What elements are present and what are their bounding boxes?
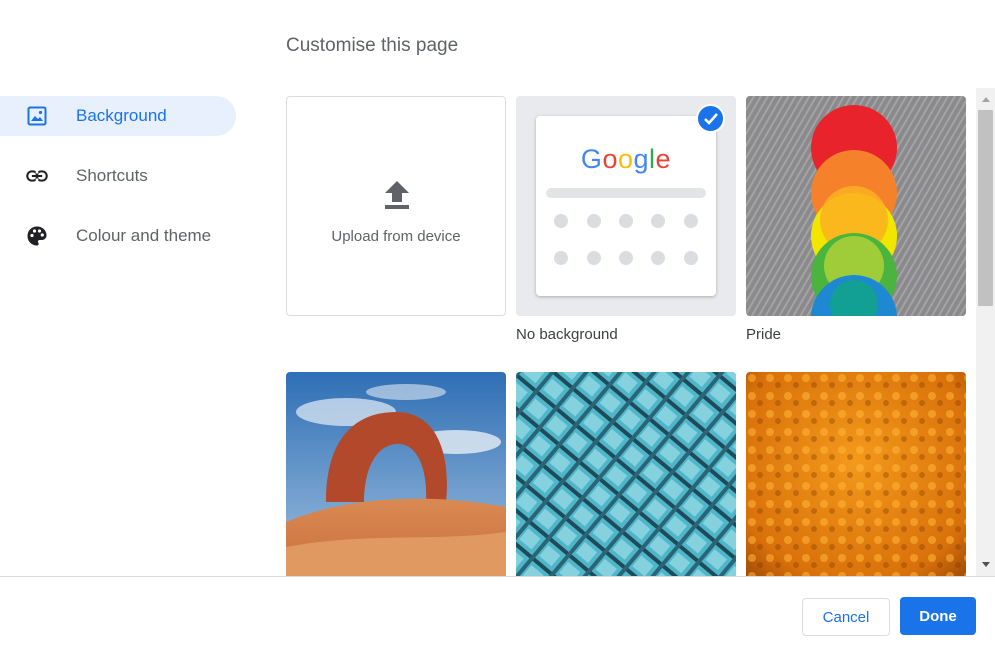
dialog-footer: Cancel Done: [0, 576, 995, 648]
scrollbar[interactable]: [976, 88, 995, 576]
shortcut-dot: [619, 251, 633, 265]
tile-caption: No background: [516, 326, 618, 343]
search-bar-preview: [546, 188, 706, 198]
shortcut-dot: [684, 214, 698, 228]
scrollbar-thumb[interactable]: [978, 110, 993, 306]
sidebar-item-label: Colour and theme: [76, 226, 212, 245]
shortcut-dot: [684, 251, 698, 265]
glass-building-tile[interactable]: [516, 372, 736, 576]
link-icon: [26, 166, 48, 186]
shortcut-dot: [554, 251, 568, 265]
pride-image: [746, 96, 966, 316]
sidebar-item-colour-and-theme[interactable]: Colour and theme: [0, 216, 236, 256]
google-logo-letter: e: [655, 144, 672, 174]
glass-building-photo: [516, 372, 736, 576]
page-title: Customise this page: [286, 35, 459, 56]
done-button[interactable]: Done: [900, 597, 976, 635]
upload-icon: [385, 181, 409, 209]
google-logo: Google: [536, 144, 716, 175]
no-background-tile[interactable]: Google: [516, 96, 736, 316]
sidebar-item-background[interactable]: Background: [0, 96, 236, 136]
google-logo-letter: g: [633, 144, 650, 174]
upload-label: Upload from device: [331, 228, 461, 245]
scroll-down-arrow-icon[interactable]: [976, 556, 995, 572]
image-icon: [26, 106, 48, 126]
arch-photo-tile[interactable]: [286, 372, 506, 576]
background-grid: Upload from device Google No background: [286, 96, 976, 576]
selected-check-icon: [696, 104, 725, 133]
cancel-button[interactable]: Cancel: [802, 598, 890, 636]
shortcut-dot: [554, 214, 568, 228]
upload-from-device-tile[interactable]: Upload from device: [286, 96, 506, 316]
shortcut-dot: [619, 214, 633, 228]
google-logo-letter: o: [602, 144, 618, 174]
sidebar-item-label: Shortcuts: [76, 166, 148, 185]
palette-icon: [26, 226, 48, 246]
shortcut-dot: [587, 214, 601, 228]
google-logo-letter: G: [580, 144, 603, 174]
pride-tile[interactable]: [746, 96, 966, 316]
shortcut-dot: [587, 251, 601, 265]
shortcut-dot: [651, 214, 665, 228]
sidebar-item-shortcuts[interactable]: Shortcuts: [0, 156, 236, 196]
orange-texture-photo: [746, 372, 966, 576]
tile-caption: Pride: [746, 326, 782, 343]
new-tab-preview-card: Google: [536, 116, 716, 296]
google-logo-letter: o: [617, 144, 634, 174]
shortcut-dot: [651, 251, 665, 265]
arch-photo: [286, 372, 506, 576]
scroll-up-arrow-icon[interactable]: [976, 91, 995, 107]
sidebar-item-label: Background: [76, 106, 167, 125]
orange-texture-tile[interactable]: [746, 372, 966, 576]
